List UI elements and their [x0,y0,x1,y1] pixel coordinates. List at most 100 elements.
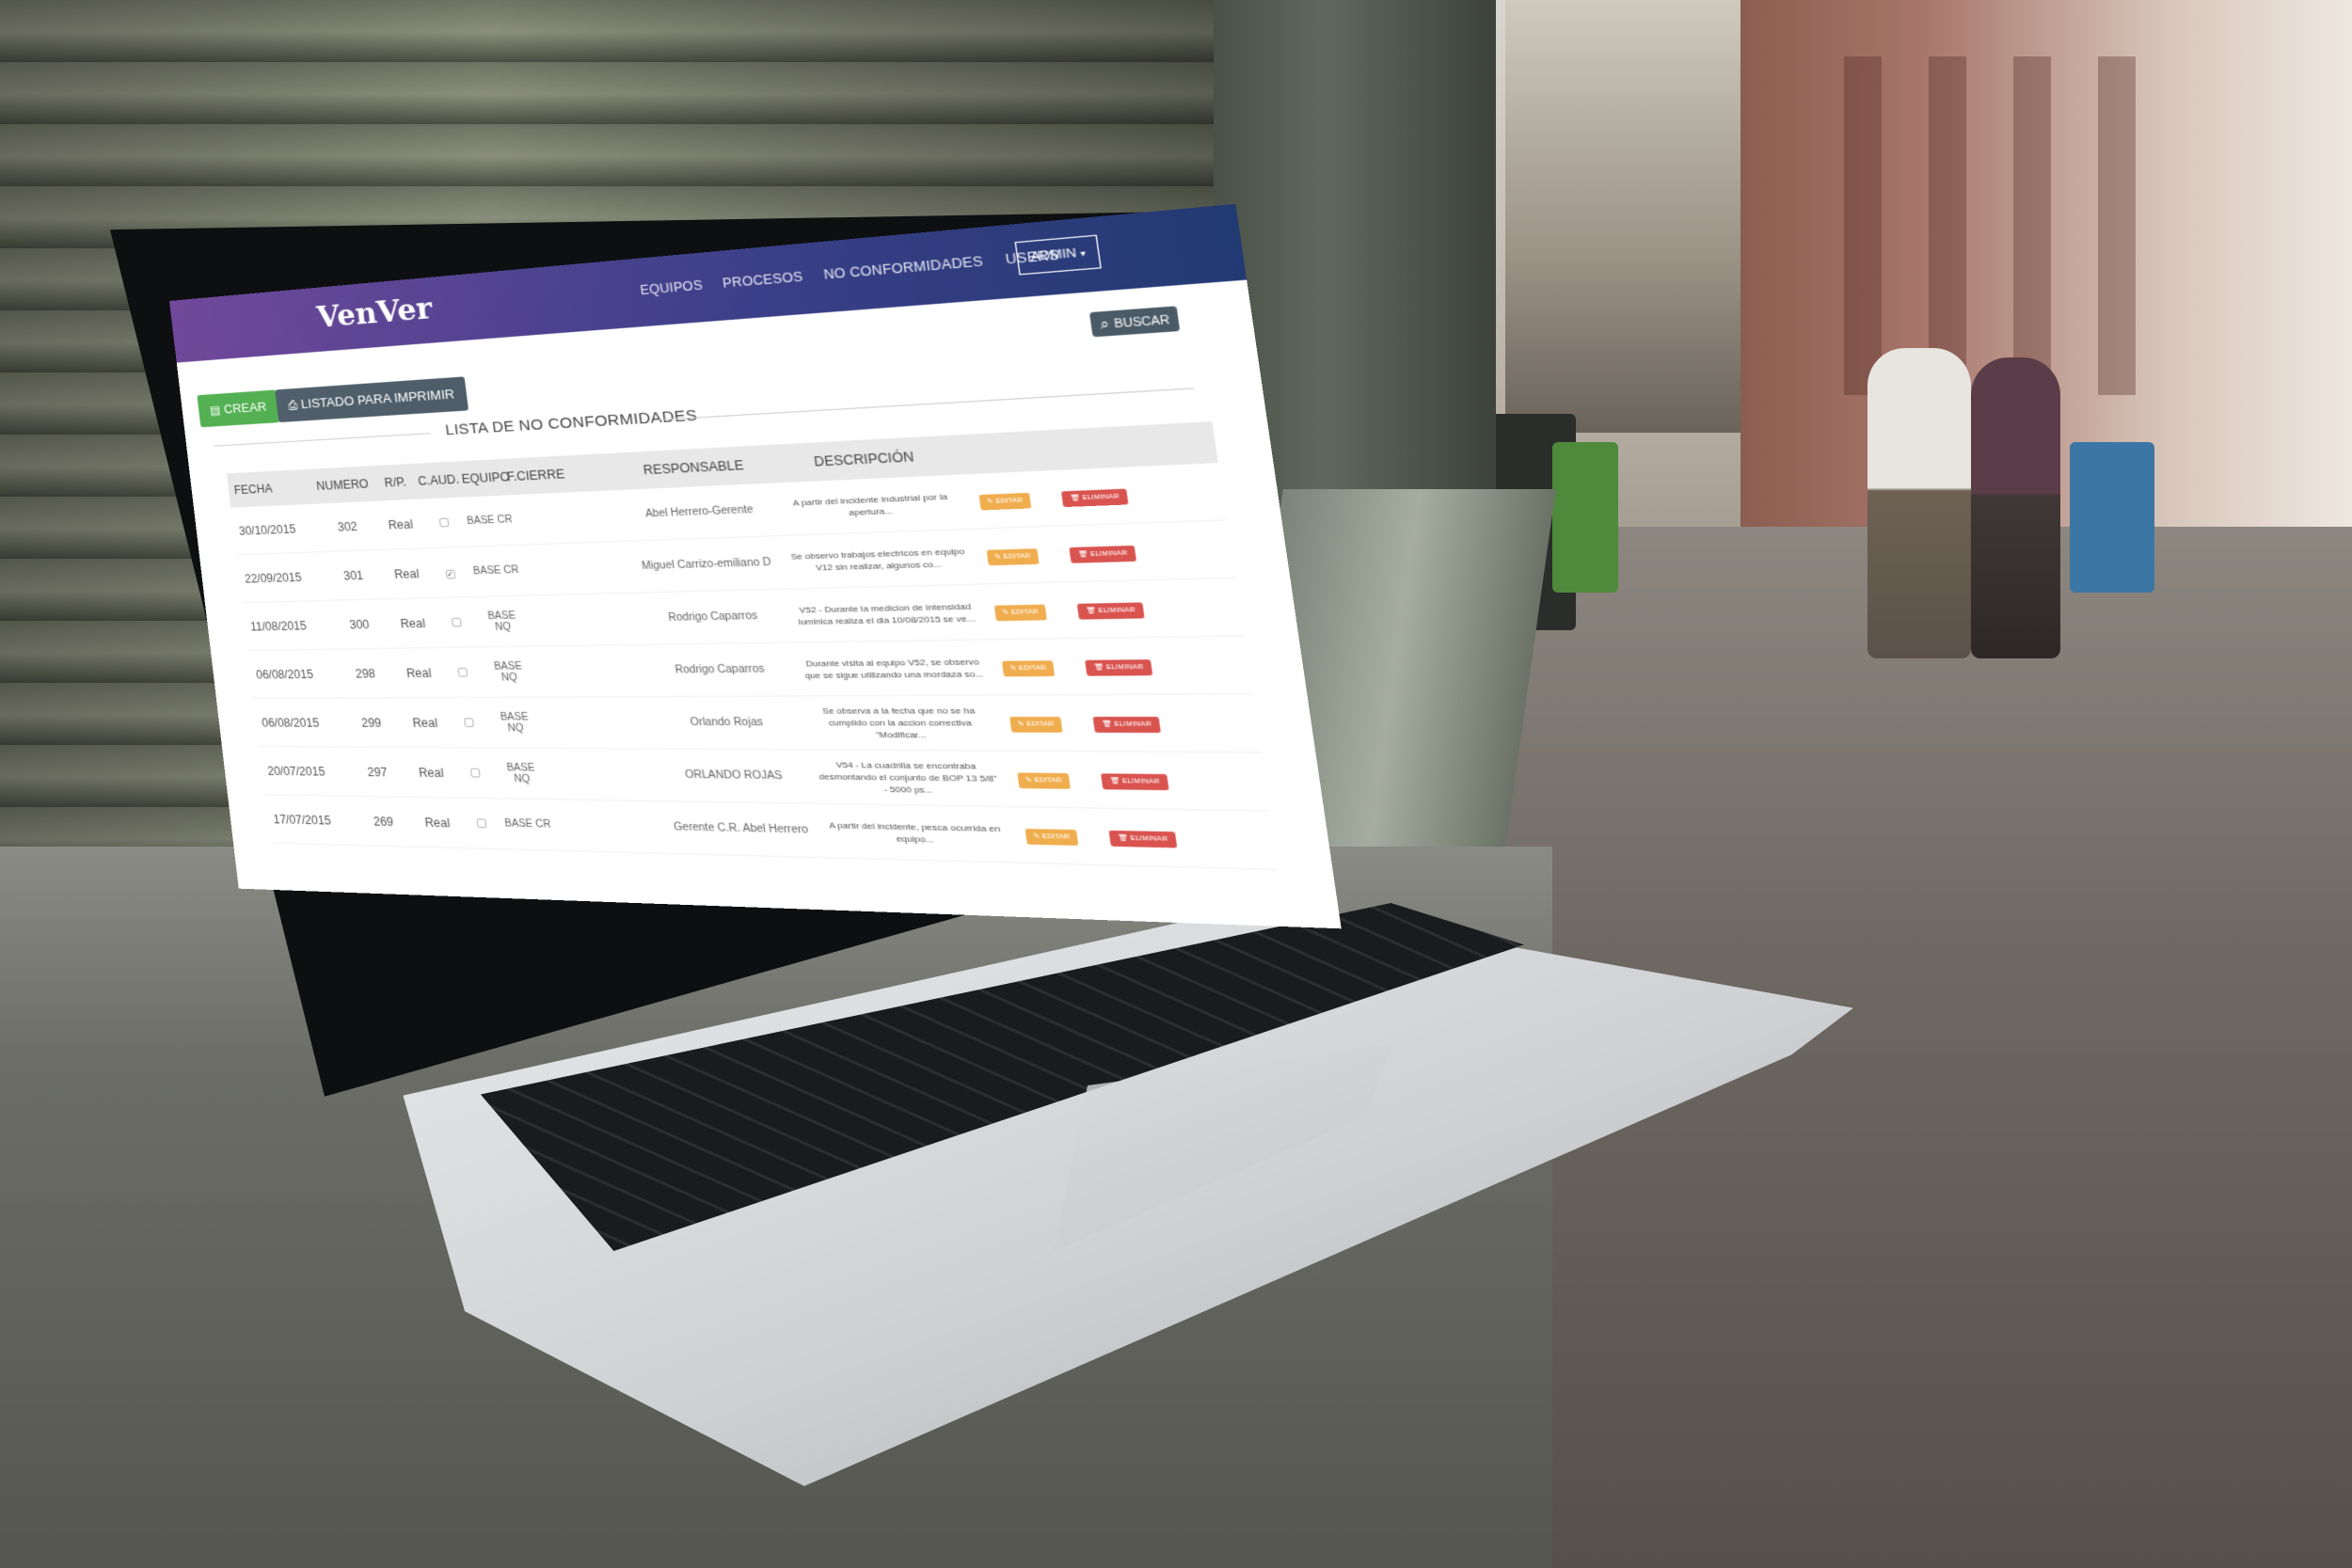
cell-fcierre [551,825,660,827]
cell-fcierre [518,567,625,570]
cell-responsable: Rodrigo Caparros [674,663,766,676]
cell-rp: Real [418,765,445,780]
header-equipo[interactable]: EQUIPO [461,469,511,485]
cell-responsable: Rodrigo Caparros [667,610,758,625]
cell-descripcion: A partir del incidente industrial por la… [792,491,948,517]
laptop-screen: VenVer EQUIPOS PROCESOS NO CONFORMIDADES… [169,203,1342,929]
editar-button[interactable]: ✎ EDITAR [1017,772,1072,789]
eliminar-button[interactable]: 🗑 ELIMINAR [1092,716,1161,734]
cell-rp: Real [411,715,438,730]
header-fecha[interactable]: FECHA [233,480,310,497]
cell-edit: ✎ EDITAR [975,601,1066,622]
caud-checkbox[interactable]: ✓ [444,569,455,578]
trash-bin [2070,442,2154,593]
cell-fcierre [532,671,639,672]
cell-delete: 🗑 ELIMINAR [1088,770,1183,791]
editar-label: EDITAR [1025,721,1055,729]
cell-equipo: BASE NQ [493,660,523,684]
cell-fcierre [513,515,619,520]
cell-rp: Real [393,566,421,581]
cell-caud [444,716,493,730]
editar-button[interactable]: ✎ EDITAR [986,548,1040,566]
cell-descripcion: V52 - Durante la medicion de intensidad … [797,600,977,626]
cell-numero: 301 [342,567,364,583]
buscar-label: BUSCAR [1113,314,1171,331]
eliminar-button[interactable]: 🗑 ELIMINAR [1076,602,1145,620]
trash-bin [1552,442,1618,593]
header-caud[interactable]: C.AUD. [414,472,462,488]
crear-button[interactable]: ▤ CREAR [197,389,280,428]
header-rp[interactable]: R/P. [374,474,416,490]
editar-button[interactable]: ✎ EDITAR [1001,660,1056,677]
caud-checkbox[interactable] [438,517,449,527]
cell-caud [451,766,500,781]
buscar-button[interactable]: ⌕ BUSCAR [1089,306,1181,338]
cell-delete: 🗑 ELIMINAR [1079,713,1174,734]
cell-delete: 🗑 ELIMINAR [1063,598,1157,620]
eliminar-label: ELIMINAR [1113,721,1152,729]
eliminar-label: ELIMINAR [1129,835,1168,844]
cell-delete: 🗑 ELIMINAR [1048,484,1142,508]
editar-label: EDITAR [1018,665,1047,673]
eliminar-label: ELIMINAR [1081,493,1120,502]
cell-delete: 🗑 ELIMINAR [1095,827,1190,848]
eliminar-label: ELIMINAR [1089,550,1128,559]
building-left [1505,0,1750,433]
caud-checkbox[interactable] [463,717,474,727]
caud-checkbox[interactable] [469,768,481,778]
editar-button[interactable]: ✎ EDITAR [993,604,1048,622]
pedestrian [1867,348,1971,658]
cell-caud [456,816,505,831]
editar-button[interactable]: ✎ EDITAR [978,492,1032,511]
cell-responsable: ORLANDO ROJAS [684,768,784,783]
no-conformidades-table: FECHA NUMERO R/P. C.AUD. EQUIPO F.CIERRE… [226,421,1278,871]
cell-responsable: Orlando Rojas [690,717,764,729]
header-responsable[interactable]: RESPONSABLE [612,456,777,479]
eliminar-button[interactable]: 🗑 ELIMINAR [1069,545,1136,563]
cell-numero: 269 [373,814,394,829]
cell-edit: ✎ EDITAR [967,545,1058,566]
cell-fecha: 22/09/2015 [244,570,303,586]
cell-numero: 302 [337,518,358,534]
editar-button[interactable]: ✎ EDITAR [1009,717,1063,733]
eliminar-button[interactable]: 🗑 ELIMINAR [1108,830,1178,848]
cell-fecha: 06/08/2015 [255,667,314,682]
admin-label: ADMIN [1029,246,1078,264]
caud-checkbox[interactable] [475,817,486,828]
eliminar-button[interactable]: 🗑 ELIMINAR [1085,659,1153,676]
header-fcierre[interactable]: F.CIERRE [506,465,614,483]
cell-edit: ✎ EDITAR [960,488,1050,511]
cell-fecha: 30/10/2015 [238,521,296,538]
brand-logo[interactable]: VenVer [315,292,435,336]
nav-link-equipos[interactable]: EQUIPOS [640,277,704,297]
cell-fecha: 20/07/2015 [266,764,326,779]
cell-numero: 299 [360,715,383,730]
eliminar-label: ELIMINAR [1097,607,1136,615]
eliminar-button[interactable]: 🗑 ELIMINAR [1101,773,1169,791]
nav-link-no-conformidades[interactable]: NO CONFORMIDADES [823,254,984,282]
cell-fecha: 11/08/2015 [249,618,308,634]
cell-edit: ✎ EDITAR [998,769,1090,789]
header-descripcion[interactable]: DESCRIPCIÓN [774,448,956,471]
cell-caud [438,665,487,679]
cell-equipo: BASE NQ [505,762,536,785]
cell-edit: ✎ EDITAR [1006,825,1098,847]
cell-numero: 298 [354,666,376,681]
table-row[interactable]: 06/08/2015 299 Real BASE NQ Orlando Rojas Se … [253,694,1261,753]
eliminar-label: ELIMINAR [1121,778,1161,786]
admin-dropdown[interactable]: ADMIN ▾ [1014,234,1103,276]
header-numero[interactable]: NUMERO [309,477,376,494]
listado-imprimir-button[interactable]: ⎙ LISTADO PARA IMPRIMIR [275,376,469,423]
crear-label: CREAR [223,399,267,417]
eliminar-button[interactable]: 🗑 ELIMINAR [1061,488,1129,508]
cell-rp: Real [399,615,426,631]
editar-button[interactable]: ✎ EDITAR [1025,829,1079,847]
caud-checkbox[interactable] [456,667,468,677]
header-delete-spacer [1042,446,1134,451]
cell-fcierre [525,619,632,621]
cell-equipo: BASE NQ [500,711,530,735]
caud-checkbox[interactable] [451,617,462,626]
nav-link-procesos[interactable]: PROCESOS [722,269,803,291]
cell-descripcion: V54 - La cuadrilla se encontraba desmont… [818,760,998,796]
editar-label: EDITAR [1041,833,1071,842]
